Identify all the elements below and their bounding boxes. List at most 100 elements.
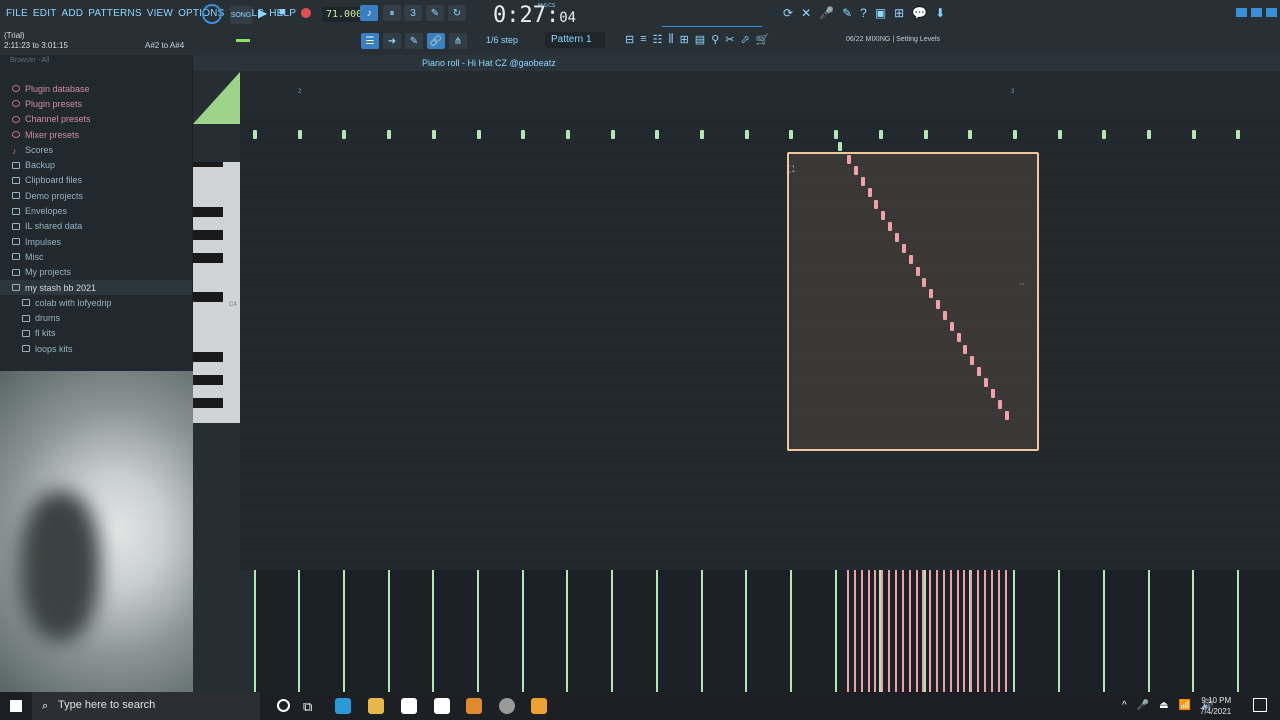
roll-note[interactable] xyxy=(867,188,872,198)
velocity-bar[interactable] xyxy=(936,570,939,692)
note[interactable] xyxy=(431,130,436,139)
network-icon[interactable]: 📶 xyxy=(1179,700,1191,711)
velocity-bar[interactable] xyxy=(888,570,891,692)
mail-icon[interactable] xyxy=(434,698,450,714)
note[interactable] xyxy=(1102,130,1107,139)
roll-note[interactable] xyxy=(990,389,995,399)
step-edit-icon[interactable]: ✎ xyxy=(426,5,444,21)
velocity-bar[interactable] xyxy=(949,570,952,692)
browser-icon[interactable]: ⊞ xyxy=(680,33,689,46)
velocity-bar[interactable] xyxy=(477,570,479,692)
velocity-lane[interactable] xyxy=(255,570,1280,692)
note[interactable] xyxy=(1012,130,1017,139)
edge-icon[interactable] xyxy=(335,698,351,714)
velocity-bar[interactable] xyxy=(867,570,870,692)
velocity-bar[interactable] xyxy=(1102,570,1105,692)
master-volume-slider[interactable] xyxy=(236,39,250,42)
undo-history-icon[interactable]: ⟳ xyxy=(783,6,793,20)
note[interactable] xyxy=(834,130,839,139)
browser-item[interactable]: loops kits xyxy=(0,341,192,356)
minimize-icon[interactable] xyxy=(1236,8,1247,17)
roll-note[interactable] xyxy=(949,322,954,332)
black-key[interactable] xyxy=(193,292,223,302)
menu-edit[interactable]: EDIT xyxy=(33,8,57,19)
velocity-bar[interactable] xyxy=(1004,570,1007,692)
note[interactable] xyxy=(1191,130,1196,139)
snap-selector[interactable]: 1/6 step xyxy=(486,35,518,45)
velocity-bar[interactable] xyxy=(881,570,884,692)
tray-chevron-icon[interactable]: ^ xyxy=(1122,700,1127,711)
velocity-bar[interactable] xyxy=(789,570,792,692)
black-key[interactable] xyxy=(193,253,223,263)
export-icon[interactable]: ⬀ xyxy=(740,33,749,46)
pencil-icon[interactable]: ✎ xyxy=(405,33,423,49)
velocity-bar[interactable] xyxy=(970,570,973,692)
browser-item[interactable]: Envelopes xyxy=(0,203,192,218)
velocity-bar[interactable] xyxy=(847,570,849,692)
note[interactable] xyxy=(878,130,883,139)
timeline-ruler[interactable]: 2 3 xyxy=(240,71,1280,111)
loop-record-icon[interactable]: ↻ xyxy=(448,5,466,21)
velocity-bar[interactable] xyxy=(342,570,345,692)
note[interactable] xyxy=(610,130,615,139)
velocity-bar[interactable] xyxy=(956,570,959,692)
note[interactable] xyxy=(789,130,794,139)
velocity-bar[interactable] xyxy=(901,570,904,692)
velocity-bar[interactable] xyxy=(521,570,524,692)
roll-note[interactable] xyxy=(894,233,899,243)
browser-item[interactable]: fl kits xyxy=(0,326,192,341)
plugin-icon[interactable]: ⚲ xyxy=(711,33,719,46)
note[interactable] xyxy=(297,130,302,139)
velocity-bar[interactable] xyxy=(700,570,703,692)
velocity-bar[interactable] xyxy=(1058,570,1061,692)
close-icon[interactable] xyxy=(1266,8,1277,17)
menu-file[interactable]: FILE xyxy=(6,8,28,19)
velocity-bar[interactable] xyxy=(929,570,932,692)
fl-studio-active-icon[interactable] xyxy=(531,698,547,714)
file-icon[interactable]: ▤ xyxy=(695,33,705,46)
velocity-bar[interactable] xyxy=(655,570,658,692)
note[interactable] xyxy=(744,130,749,139)
windows-start-icon[interactable] xyxy=(10,700,22,712)
velocity-bar[interactable] xyxy=(1013,570,1016,692)
velocity-bar[interactable] xyxy=(298,570,301,692)
browser-item[interactable]: colab with lofyedrip xyxy=(0,295,192,310)
cortana-icon[interactable] xyxy=(277,699,290,712)
roll-note[interactable] xyxy=(977,366,982,376)
velocity-bar[interactable] xyxy=(997,570,1000,692)
velocity-bar[interactable] xyxy=(908,570,911,692)
metronome-icon[interactable]: ♪ xyxy=(360,5,378,21)
browser-item[interactable]: Impulses xyxy=(0,234,192,249)
menu-patterns[interactable]: PATTERNS xyxy=(88,8,141,19)
help-icon[interactable]: ? xyxy=(860,6,867,20)
velocity-bar[interactable] xyxy=(853,570,856,692)
note[interactable] xyxy=(655,130,660,139)
note[interactable] xyxy=(700,130,704,139)
roll-note[interactable] xyxy=(1004,411,1009,421)
menu-add[interactable]: ADD xyxy=(62,8,84,19)
mixer-view-icon[interactable]: ⫼ xyxy=(669,33,674,46)
black-key[interactable] xyxy=(193,398,223,408)
roll-note[interactable] xyxy=(881,210,886,220)
roll-note[interactable] xyxy=(908,255,913,265)
velocity-bar[interactable] xyxy=(942,570,945,692)
black-key[interactable] xyxy=(193,230,223,240)
black-key[interactable] xyxy=(193,207,223,217)
song-time-display[interactable]: 0:27:04 xyxy=(493,3,576,28)
note[interactable] xyxy=(1147,130,1151,139)
roll-note[interactable] xyxy=(853,166,858,176)
browser-item[interactable]: Channel presets xyxy=(0,112,192,127)
note[interactable] xyxy=(387,130,392,139)
tools-icon[interactable]: ✂ xyxy=(725,33,734,46)
piano-roll-icon[interactable]: ≡ xyxy=(640,33,646,46)
note[interactable] xyxy=(923,130,928,139)
velocity-bar[interactable] xyxy=(253,570,256,692)
velocity-bar[interactable] xyxy=(566,570,569,692)
roll-note[interactable] xyxy=(901,244,906,254)
velocity-bar[interactable] xyxy=(915,570,918,692)
tune-icon[interactable]: ✎ xyxy=(842,6,852,20)
velocity-bar[interactable] xyxy=(834,570,837,692)
note[interactable] xyxy=(342,130,347,139)
velocity-bar[interactable] xyxy=(874,570,877,692)
note[interactable] xyxy=(253,130,257,139)
